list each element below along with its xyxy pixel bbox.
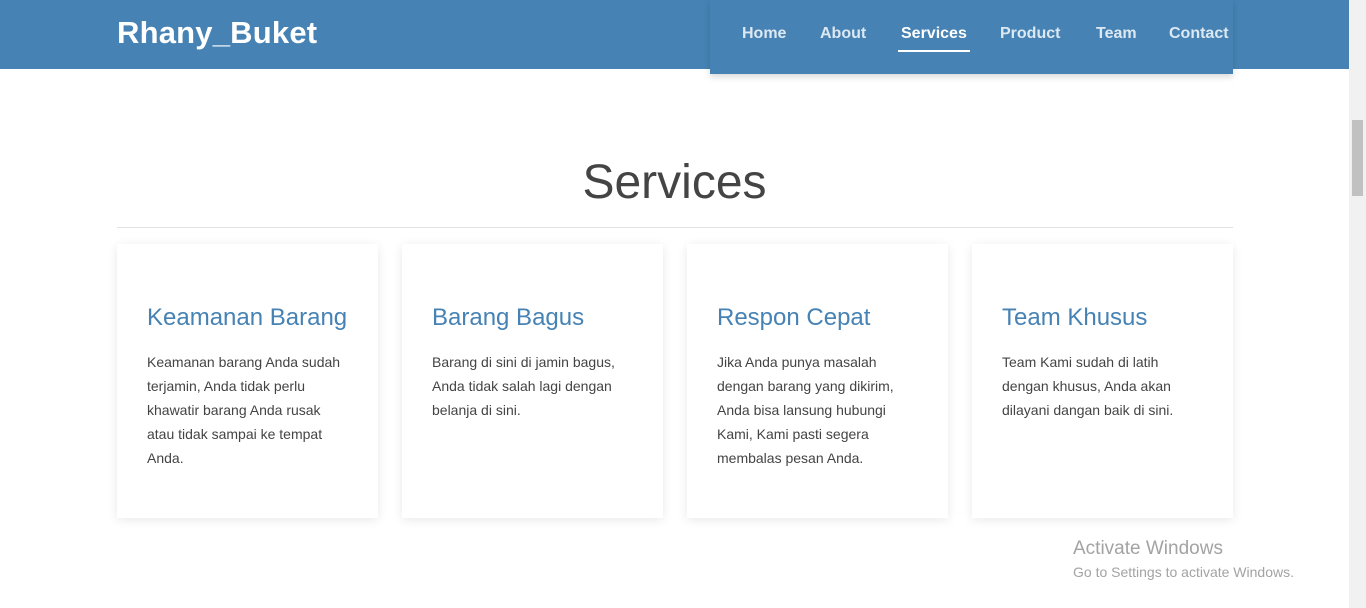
nav-link-team[interactable]: Team: [1096, 25, 1137, 43]
service-card-title: Respon Cepat: [717, 304, 871, 331]
service-card-text: Keamanan barang Anda sudah terjamin, And…: [147, 354, 341, 466]
service-card-respon-cepat: Respon Cepat Jika Anda punya masalah den…: [687, 244, 948, 518]
nav-link-services[interactable]: Services: [901, 25, 967, 43]
nav-link-home[interactable]: Home: [742, 25, 786, 43]
service-card-keamanan: Keamanan Barang Keamanan barang Anda sud…: [117, 244, 378, 518]
service-card-barang-bagus: Barang Bagus Barang di sini di jamin bag…: [402, 244, 663, 518]
service-card-text: Jika Anda punya masalah dengan barang ya…: [717, 354, 894, 466]
nav-link-about[interactable]: About: [820, 25, 866, 43]
section-title: Services: [582, 156, 767, 209]
service-card-title: Barang Bagus: [432, 304, 585, 331]
service-card-title: Keamanan Barang: [147, 304, 348, 331]
brand-logo[interactable]: Rhany_Buket: [117, 15, 317, 51]
nav-menu: Home About Services Product Team Contact: [710, 0, 1233, 74]
service-card-title: Team Khusus: [1002, 304, 1148, 331]
section-divider: [117, 227, 1233, 228]
page-scrollbar[interactable]: [1349, 0, 1366, 608]
service-card-text: Barang di sini di jamin bagus, Anda tida…: [432, 354, 615, 418]
service-card-team-khusus: Team Khusus Team Kami sudah di latih den…: [972, 244, 1233, 518]
nav-link-contact[interactable]: Contact: [1169, 25, 1229, 43]
nav-link-product[interactable]: Product: [1000, 25, 1060, 43]
active-nav-indicator: [898, 50, 970, 52]
watermark-subtitle: Go to Settings to activate Windows.: [1073, 564, 1294, 580]
activation-watermark: Activate Windows Go to Settings to activ…: [1073, 538, 1294, 582]
watermark-title: Activate Windows: [1073, 538, 1223, 559]
service-card-text: Team Kami sudah di latih dengan khusus, …: [1002, 354, 1174, 418]
scrollbar-thumb[interactable]: [1352, 120, 1363, 196]
